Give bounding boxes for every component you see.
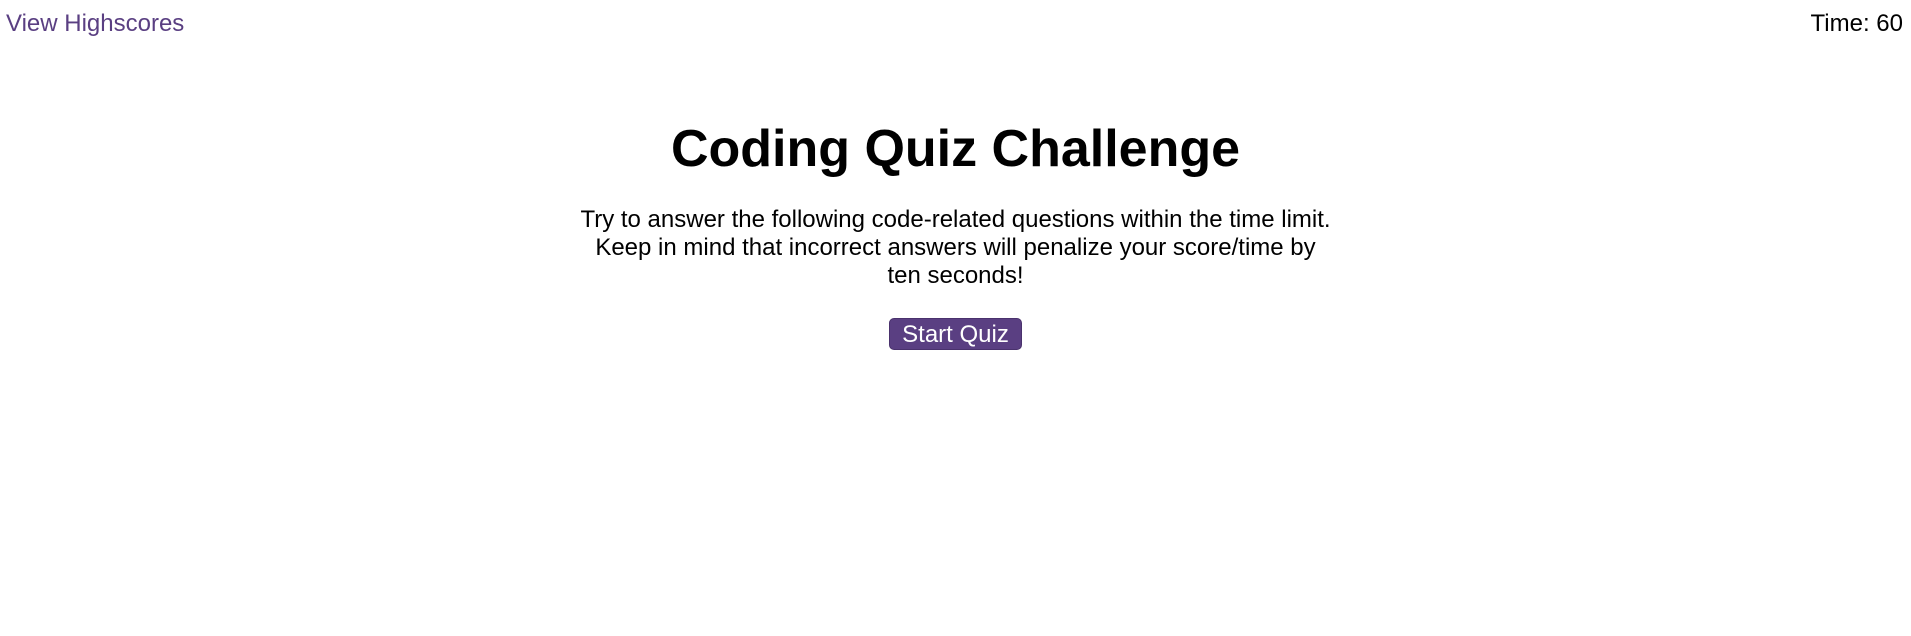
page-title: Coding Quiz Challenge	[670, 120, 1241, 178]
start-quiz-button[interactable]: Start Quiz	[889, 318, 1022, 350]
quiz-intro: Coding Quiz Challenge Try to answer the …	[0, 118, 1911, 350]
quiz-instructions: Try to answer the following code-related…	[580, 206, 1331, 289]
timer-display: Time: 60	[1810, 10, 1903, 37]
view-highscores-link[interactable]: View Highscores	[6, 10, 184, 38]
page: View Highscores Time: 60 Coding Quiz Cha…	[0, 0, 1911, 636]
